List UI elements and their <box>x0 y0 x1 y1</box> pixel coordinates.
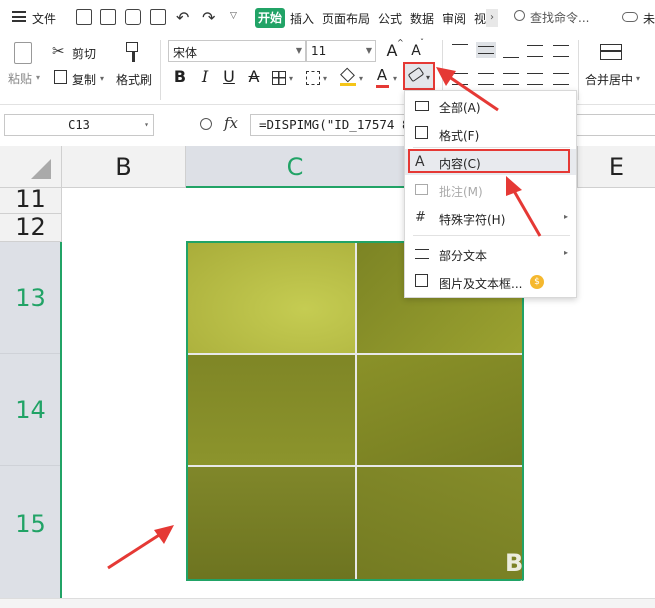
font-name-select[interactable]: 宋体 ▼ <box>168 40 306 62</box>
print-icon[interactable] <box>125 9 141 25</box>
eraser-format-icon <box>415 126 431 142</box>
column-header-e[interactable]: E <box>577 146 655 188</box>
clear-dropdown-menu: 全部(A) 格式(F) A 内容(C) 批注(M) # 特殊字符(H) ▸ 部分… <box>404 90 577 298</box>
eraser-all-icon <box>415 98 431 114</box>
copy-dropdown-icon[interactable]: ▾ <box>100 74 104 83</box>
tab-insert[interactable]: 插入 <box>290 10 314 27</box>
border-icon[interactable] <box>272 71 286 85</box>
scissors-icon[interactable]: ✂ <box>52 42 65 60</box>
redo-icon[interactable]: ↷ <box>202 8 215 27</box>
annotation-arrow-clear <box>436 67 499 112</box>
print-preview-icon[interactable] <box>150 9 166 25</box>
menu-item-clear-format[interactable]: 格式(F) <box>405 121 576 147</box>
merge-center-dropdown-icon[interactable]: ▾ <box>636 74 640 83</box>
paste-icon[interactable] <box>14 42 32 64</box>
watermark-url: jingyan.baidu.com <box>520 580 604 590</box>
strikethrough-button[interactable]: A <box>244 66 264 88</box>
copy-icon[interactable] <box>54 70 67 84</box>
column-header-b[interactable]: B <box>62 146 186 188</box>
menu-item-clear-comment[interactable]: 批注(M) <box>405 177 576 203</box>
align-top-icon[interactable] <box>452 44 468 52</box>
quick-access-dropdown-icon[interactable]: ▽ <box>230 11 237 21</box>
tab-view[interactable]: 视 <box>474 10 486 27</box>
column-header-c[interactable]: C <box>186 146 404 188</box>
menu-bar: 文件 ↶ ↷ ▽ 开始 插入 页面布局 公式 数据 审阅 视 › 查找命令...… <box>0 0 655 36</box>
fx-button[interactable]: fx <box>224 114 238 132</box>
font-color-dropdown-icon[interactable]: ▾ <box>393 74 397 83</box>
font-size-select[interactable]: 11 ▼ <box>306 40 376 62</box>
cloud-icon[interactable] <box>622 12 638 22</box>
tab-page-layout[interactable]: 页面布局 <box>322 10 370 27</box>
search-icon <box>514 10 525 21</box>
paw-icon: ✿ <box>547 552 565 576</box>
row-header-15[interactable]: 15 <box>0 466 62 598</box>
content-item-highlight <box>408 149 570 173</box>
menu-item-partial-text[interactable]: 部分文本 ▸ <box>405 241 576 267</box>
shrink-font-arrow-icon: ˇ <box>420 38 424 47</box>
fill-color-icon[interactable] <box>340 67 356 86</box>
partial-text-icon <box>415 246 431 262</box>
cut-button[interactable]: 剪切 <box>72 45 96 62</box>
font-color-button[interactable]: A <box>372 64 392 86</box>
font-color-bar <box>376 85 389 88</box>
watermark: Bai✿经验 <box>505 549 605 577</box>
comment-icon <box>415 182 431 198</box>
italic-button[interactable]: I <box>195 66 215 88</box>
sheet-tab-bar <box>0 598 655 608</box>
fill-effect-icon[interactable] <box>306 71 320 85</box>
tab-review[interactable]: 审阅 <box>442 10 466 27</box>
merge-center-icon[interactable] <box>600 44 622 60</box>
hamburger-icon[interactable] <box>12 11 26 22</box>
tab-data[interactable]: 数据 <box>410 10 434 27</box>
zoom-icon[interactable] <box>200 118 212 130</box>
menu-item-picture-textbox[interactable]: 图片及文本框... $ <box>405 269 576 295</box>
row-header-13[interactable]: 13 <box>0 242 62 354</box>
file-menu[interactable]: 文件 <box>32 10 56 27</box>
justify-icon[interactable] <box>527 73 543 85</box>
name-box[interactable]: C13 ▾ <box>4 114 154 136</box>
unsaved-status: 未 <box>643 12 655 26</box>
chevron-down-icon: ▼ <box>365 46 372 55</box>
undo-icon[interactable]: ↶ <box>176 8 189 27</box>
submenu-arrow-icon: ▸ <box>563 248 568 257</box>
merge-center-button[interactable]: 合并居中 <box>585 71 633 88</box>
underline-button[interactable]: U <box>219 66 239 88</box>
align-middle-icon[interactable] <box>476 42 496 58</box>
premium-badge-icon: $ <box>530 275 544 289</box>
save-icon[interactable] <box>76 9 92 25</box>
fill-effect-dropdown-icon[interactable]: ▾ <box>323 74 327 83</box>
row-header-12[interactable]: 12 <box>0 214 62 242</box>
bold-button[interactable]: B <box>170 66 190 88</box>
command-search-input[interactable]: 查找命令... <box>530 9 589 26</box>
special-char-icon: # <box>415 210 426 225</box>
decrease-indent-icon[interactable] <box>527 45 543 57</box>
align-right-icon[interactable] <box>503 73 519 85</box>
copy-button[interactable]: 复制 <box>72 71 96 88</box>
tab-formula[interactable]: 公式 <box>378 10 402 27</box>
chevron-down-icon: ▼ <box>295 46 302 55</box>
export-pdf-icon[interactable] <box>100 9 116 25</box>
menu-item-special-chars[interactable]: # 特殊字符(H) ▸ <box>405 205 576 231</box>
annotation-arrow-content <box>506 176 542 237</box>
grow-font-arrow-icon: ^ <box>397 38 404 47</box>
select-all-corner[interactable] <box>0 146 62 188</box>
paste-button[interactable]: 粘贴 <box>8 70 32 87</box>
row-header-11[interactable]: 11 <box>0 187 62 214</box>
annotation-arrow-sheet <box>107 525 174 570</box>
align-bottom-icon[interactable] <box>503 50 519 58</box>
chevron-down-icon: ▾ <box>144 120 149 129</box>
distribute-icon[interactable] <box>553 73 569 85</box>
format-painter-button[interactable]: 格式刷 <box>116 71 152 88</box>
row-header-14[interactable]: 14 <box>0 354 62 466</box>
border-dropdown-icon[interactable]: ▾ <box>289 74 293 83</box>
tab-home[interactable]: 开始 <box>255 8 285 28</box>
format-painter-icon[interactable] <box>124 42 140 64</box>
submenu-arrow-icon: ▸ <box>563 212 568 221</box>
paste-dropdown-icon[interactable]: ▾ <box>36 73 40 82</box>
picture-textbox-icon <box>415 274 431 290</box>
fill-color-dropdown-icon[interactable]: ▾ <box>359 74 363 83</box>
increase-indent-icon[interactable] <box>553 45 569 57</box>
tabs-scroll-right-icon[interactable]: › <box>486 9 498 27</box>
